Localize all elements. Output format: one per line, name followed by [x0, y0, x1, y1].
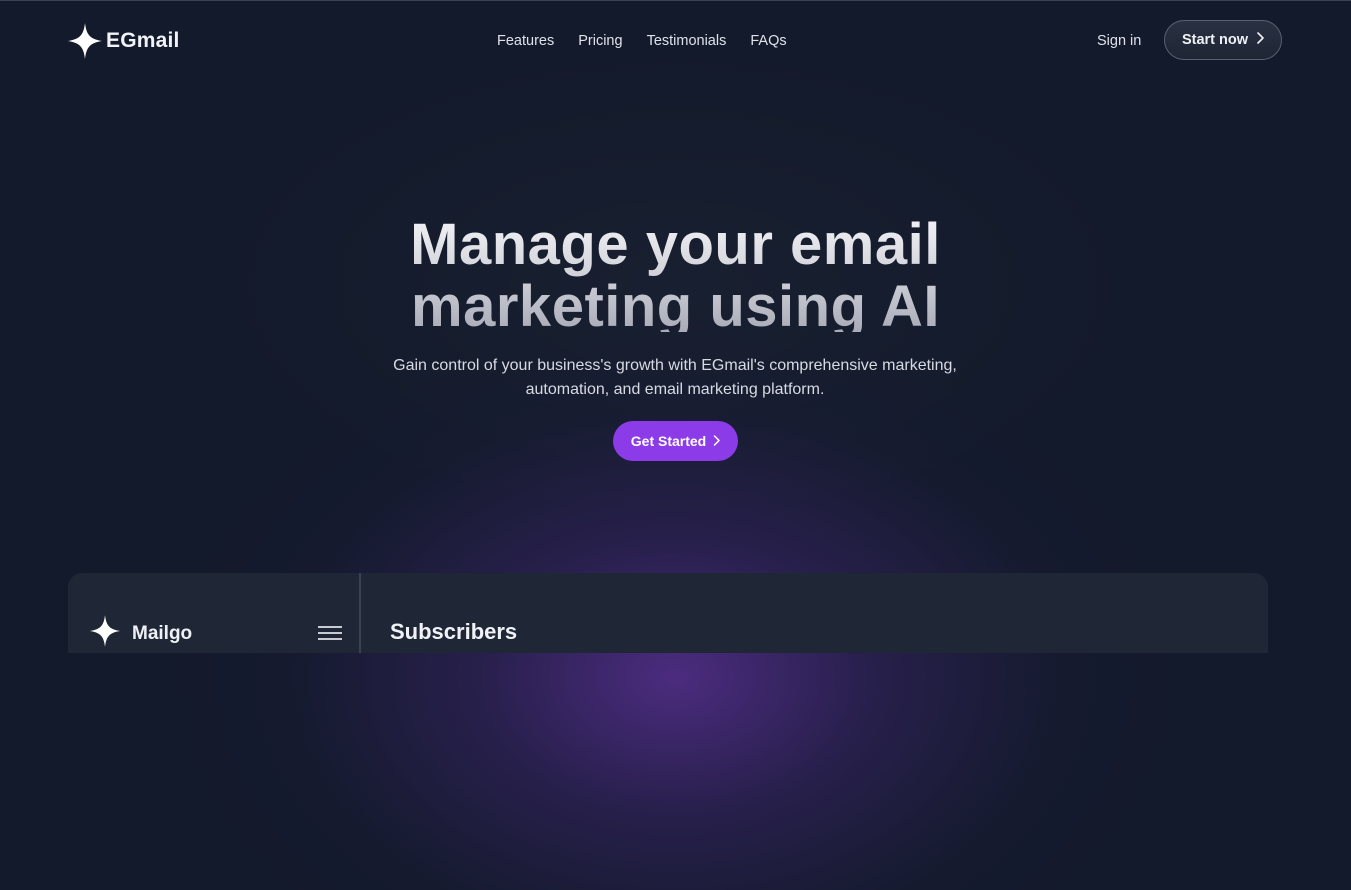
start-now-button[interactable]: Start now — [1164, 20, 1282, 60]
hero-title-line-1: Manage your email — [410, 214, 941, 277]
hero-title: Manage your email marketing using AI — [0, 214, 1351, 332]
sparkle-star-icon — [68, 23, 102, 59]
nav-link-faqs[interactable]: FAQs — [750, 32, 786, 50]
hamburger-menu-icon[interactable] — [318, 626, 342, 644]
nav-link-features[interactable]: Features — [497, 32, 554, 50]
brand-name: EGmail — [106, 29, 180, 52]
top-border — [0, 0, 1351, 1]
hero-subtitle: Gain control of your business's growth w… — [393, 357, 957, 398]
preview-sidebar: Mailgo — [68, 573, 361, 653]
brand-logo[interactable]: EGmail — [68, 23, 180, 59]
get-started-label: Get Started — [630, 433, 707, 449]
get-started-button[interactable]: Get Started — [613, 421, 738, 461]
preview-heading: Subscribers — [390, 619, 518, 644]
start-now-label: Start now — [1181, 32, 1249, 48]
hero-title-line-2: marketing using AI — [411, 274, 940, 332]
nav-link-pricing[interactable]: Pricing — [578, 32, 622, 50]
nav-link-testimonials[interactable]: Testimonials — [647, 32, 727, 50]
main-nav: Features Pricing Testimonials FAQs — [497, 32, 787, 50]
sign-in-link[interactable]: Sign in — [1097, 32, 1141, 50]
dashboard-preview: Mailgo Subscribers — [68, 573, 1268, 653]
chevron-right-icon — [1256, 32, 1264, 48]
chevron-right-icon — [713, 433, 720, 449]
